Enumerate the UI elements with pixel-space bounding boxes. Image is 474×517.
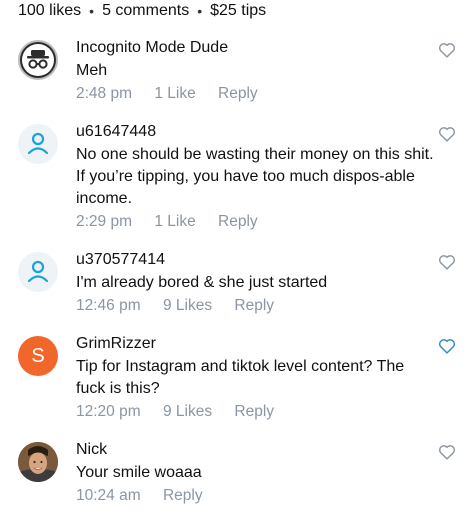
avatar[interactable] — [18, 40, 58, 80]
default-user-icon — [27, 132, 49, 155]
heart-icon[interactable] — [438, 444, 456, 460]
comment-timestamp: 10:24 am — [76, 487, 141, 504]
comment-username[interactable]: u61647448 — [76, 122, 434, 142]
default-user-icon — [27, 260, 49, 283]
comment-likes[interactable]: 9 Likes — [163, 296, 212, 316]
reply-button[interactable]: Reply — [234, 296, 274, 316]
stats-separator: • — [89, 3, 95, 19]
incognito-icon — [22, 44, 54, 76]
comment-text: No one should be wasting their money on … — [76, 146, 434, 207]
comment-text: Tip for Instagram and tiktok level conte… — [76, 358, 405, 397]
reply-button[interactable]: Reply — [218, 212, 258, 232]
comment-text: Meh — [76, 62, 108, 79]
heart-icon[interactable] — [438, 338, 456, 354]
comment-username[interactable]: GrimRizzer — [76, 334, 434, 354]
heart-icon[interactable] — [438, 254, 456, 270]
comment-timestamp: 12:46 pm — [76, 297, 141, 314]
reply-button[interactable]: Reply — [163, 486, 203, 506]
reply-button[interactable]: Reply — [234, 402, 274, 422]
comment-timestamp: 12:20 pm — [76, 403, 141, 420]
profile-photo — [18, 442, 58, 482]
heart-icon[interactable] — [438, 42, 456, 58]
comment-timestamp: 2:29 pm — [76, 213, 133, 230]
avatar[interactable]: S — [18, 336, 58, 376]
comment-username[interactable]: Nick — [76, 440, 434, 460]
comment-likes[interactable]: 1 Like — [154, 84, 195, 104]
avatar[interactable] — [18, 124, 58, 164]
comment-likes[interactable]: 1 Like — [154, 212, 195, 232]
comment-text: Your smile woaaa — [76, 464, 202, 481]
comment-username[interactable]: u370577414 — [76, 250, 434, 270]
comment-likes[interactable]: 9 Likes — [163, 402, 212, 422]
likes-count[interactable]: 100 likes — [18, 2, 81, 20]
comments-count[interactable]: 5 comments — [102, 2, 189, 20]
tips-count[interactable]: $25 tips — [210, 2, 266, 20]
comment-username[interactable]: Incognito Mode Dude — [76, 38, 434, 58]
avatar[interactable] — [18, 252, 58, 292]
post-stats-bar: 100 likes • 5 comments • $25 tips — [18, 2, 266, 20]
reply-button[interactable]: Reply — [218, 84, 258, 104]
stats-separator: • — [197, 3, 203, 19]
avatar[interactable] — [18, 442, 58, 482]
comment-timestamp: 2:48 pm — [76, 85, 133, 102]
comment-text: I'm already bored & she just started — [76, 274, 328, 291]
heart-icon[interactable] — [438, 126, 456, 142]
